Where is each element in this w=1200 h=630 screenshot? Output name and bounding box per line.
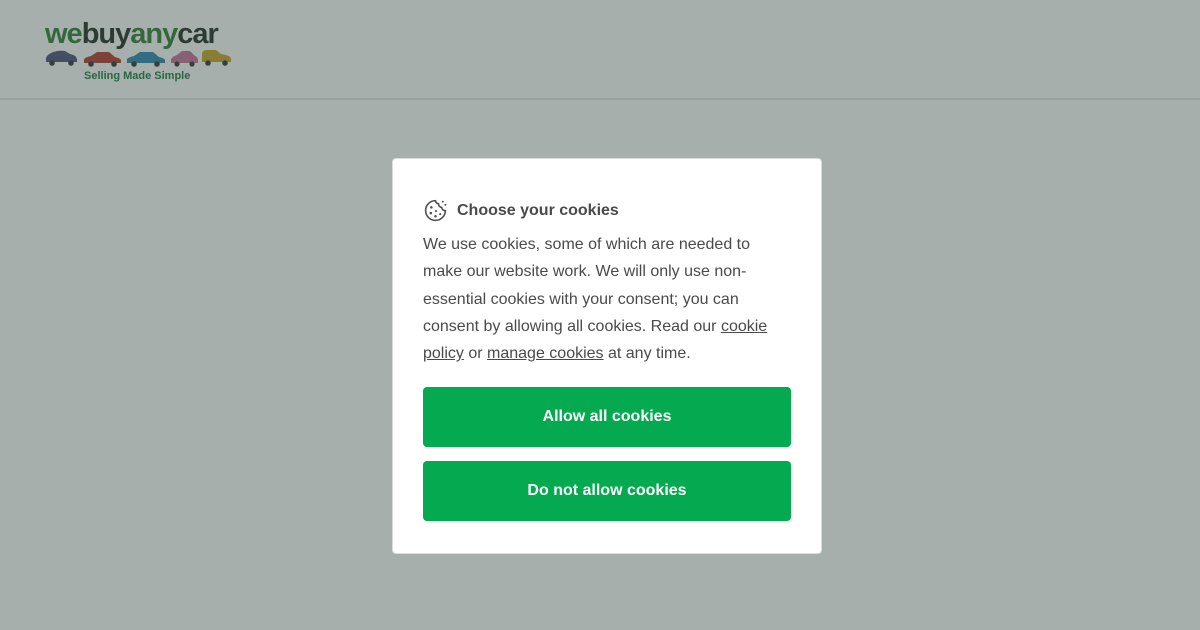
cookie-message-text-1: We use cookies, some of which are needed…: [423, 236, 750, 335]
do-not-allow-cookies-button[interactable]: Do not allow cookies: [423, 461, 791, 522]
cookie-consent-dialog: Choose your cookies We use cookies, some…: [392, 158, 822, 554]
cookie-icon: [424, 199, 447, 221]
manage-cookies-link[interactable]: manage cookies: [487, 345, 604, 362]
cookie-dialog-header: Choose your cookies: [423, 195, 791, 225]
cookie-message-text-2: or: [463, 345, 488, 363]
cookie-message-text-3: at any time.: [603, 345, 691, 363]
cookie-dialog-title: Choose your cookies: [457, 202, 619, 219]
allow-all-cookies-button[interactable]: Allow all cookies: [423, 387, 791, 448]
cookie-dialog-message: We use cookies, some of which are needed…: [423, 231, 791, 367]
